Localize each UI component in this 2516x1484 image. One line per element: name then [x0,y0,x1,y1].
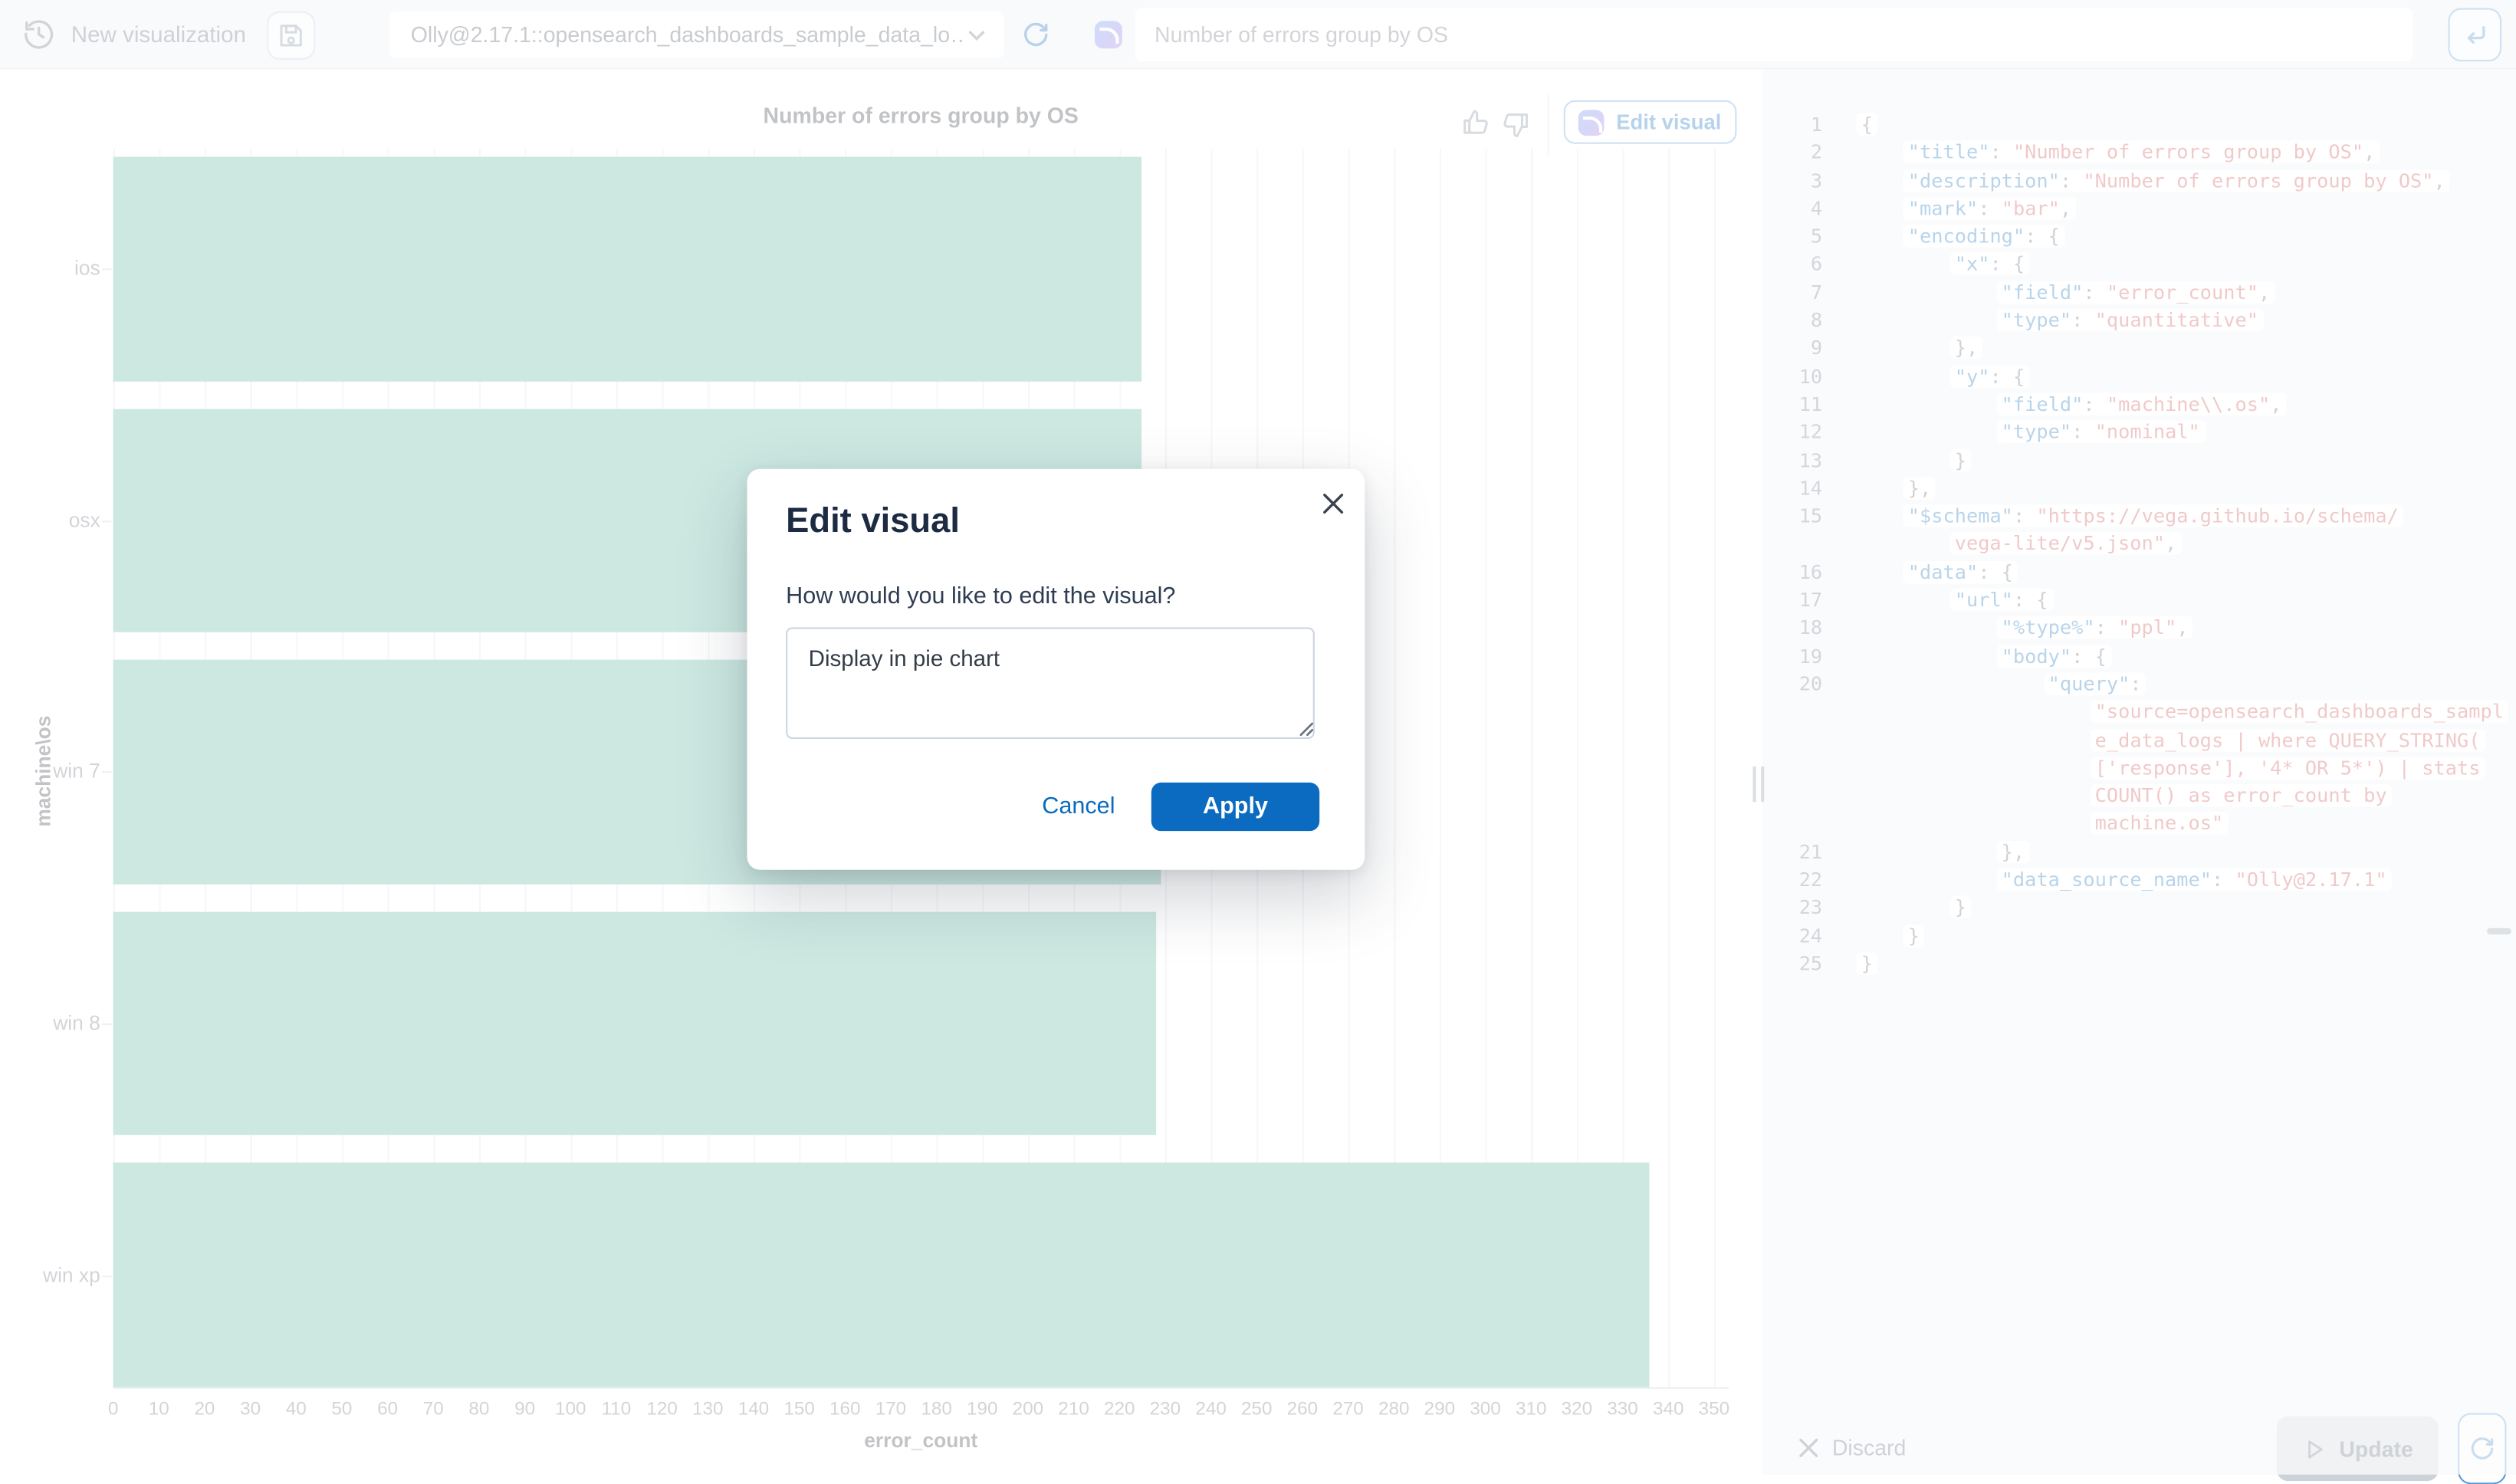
modal-title: Edit visual [786,501,960,542]
edit-instruction-value: Display in pie chart [809,645,1000,671]
app-window: New visualization Olly@2.17.1::opensearc… [0,0,2516,1475]
edit-instruction-textarea[interactable]: Display in pie chart [786,627,1315,739]
modal-question-label: How would you like to edit the visual? [786,583,1175,609]
cancel-button[interactable]: Cancel [1030,794,1128,820]
textarea-resize-handle[interactable] [1293,716,1314,737]
apply-button[interactable]: Apply [1151,783,1319,831]
close-icon [1320,491,1345,515]
modal-close-button[interactable] [1316,487,1348,519]
